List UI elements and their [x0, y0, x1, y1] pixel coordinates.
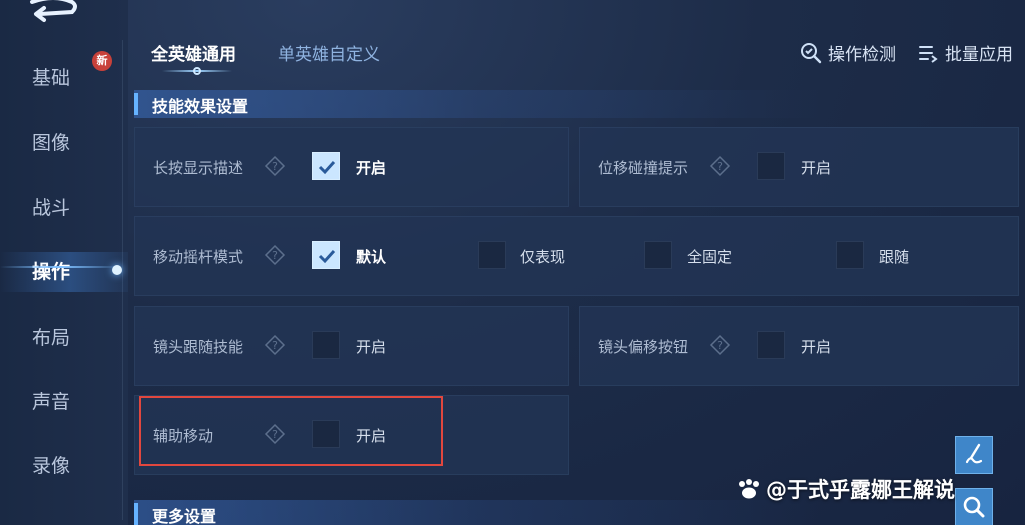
magnifier-icon — [801, 42, 822, 63]
setting-label: 镜头偏移按钮 — [598, 338, 689, 356]
option-label: 默认 — [356, 248, 387, 266]
section-title: 更多设置 — [152, 507, 217, 525]
search-button[interactable] — [955, 488, 993, 525]
sidebar-item-replay[interactable]: 录像 — [0, 446, 128, 486]
paw-icon — [739, 479, 759, 499]
sidebar-item-layout[interactable]: 布局 — [0, 318, 128, 358]
tab-underline-dot — [193, 67, 201, 75]
svg-text:?: ? — [717, 339, 723, 352]
operation-check-label: 操作检测 — [828, 45, 896, 65]
svg-text:?: ? — [272, 339, 278, 352]
camera-offset-checkbox[interactable] — [757, 331, 785, 359]
active-indicator-line — [0, 266, 120, 268]
watermark-text: @于式乎露娜王解说 — [766, 478, 955, 502]
brush-icon — [965, 443, 983, 464]
camera-follow-checkbox[interactable] — [312, 331, 340, 359]
batch-apply-label: 批量应用 — [945, 45, 1013, 65]
joystick-fixed-checkbox[interactable] — [644, 241, 672, 269]
setting-label: 移动摇杆模式 — [153, 248, 244, 266]
sidebar-item-control[interactable]: 操作 — [0, 252, 128, 292]
sidebar: 基础 新 图像 战斗 操作 布局 声音 录像 — [0, 0, 128, 525]
search-icon — [963, 496, 985, 518]
option-label: 仅表现 — [520, 248, 566, 266]
annotation-highlight-box — [139, 396, 443, 466]
section-header-skill-effects: 技能效果设置 — [134, 90, 994, 118]
long-press-checkbox[interactable] — [312, 152, 340, 180]
tab-all-heroes[interactable]: 全英雄通用 — [151, 40, 236, 65]
operation-check-button[interactable]: 操作检测 — [800, 40, 896, 65]
tab-single-hero[interactable]: 单英雄自定义 — [278, 40, 380, 65]
option-label: 开启 — [356, 338, 387, 356]
option-label: 开启 — [801, 159, 832, 177]
section-title: 技能效果设置 — [152, 97, 249, 116]
svg-text:?: ? — [272, 160, 278, 173]
active-indicator-dot — [112, 265, 122, 275]
sidebar-item-image[interactable]: 图像 — [0, 123, 128, 163]
svg-text:?: ? — [717, 160, 723, 173]
brush-button[interactable] — [955, 436, 993, 474]
joystick-default-checkbox[interactable] — [312, 241, 340, 269]
help-icon[interactable]: ? — [264, 244, 286, 266]
new-badge: 新 — [92, 51, 112, 71]
help-icon[interactable]: ? — [709, 334, 731, 356]
setting-label: 长按显示描述 — [153, 159, 244, 177]
help-icon[interactable]: ? — [709, 155, 731, 177]
batch-apply-button[interactable]: 批量应用 — [917, 40, 1013, 65]
option-label: 全固定 — [687, 248, 733, 266]
back-icon[interactable] — [26, 0, 82, 24]
displacement-checkbox[interactable] — [757, 152, 785, 180]
svg-text:?: ? — [272, 249, 278, 262]
joystick-display-only-checkbox[interactable] — [478, 241, 506, 269]
list-apply-icon — [919, 45, 938, 63]
help-icon[interactable]: ? — [264, 334, 286, 356]
help-icon[interactable]: ? — [264, 155, 286, 177]
sidebar-item-combat[interactable]: 战斗 — [0, 188, 128, 228]
setting-label: 镜头跟随技能 — [153, 338, 244, 356]
sidebar-item-sound[interactable]: 声音 — [0, 382, 128, 422]
joystick-follow-checkbox[interactable] — [836, 241, 864, 269]
option-label: 开启 — [801, 338, 832, 356]
watermark: @于式乎露娜王解说 — [736, 474, 955, 504]
option-label: 跟随 — [879, 248, 910, 266]
option-label: 开启 — [356, 159, 387, 177]
setting-label: 位移碰撞提示 — [598, 159, 689, 177]
